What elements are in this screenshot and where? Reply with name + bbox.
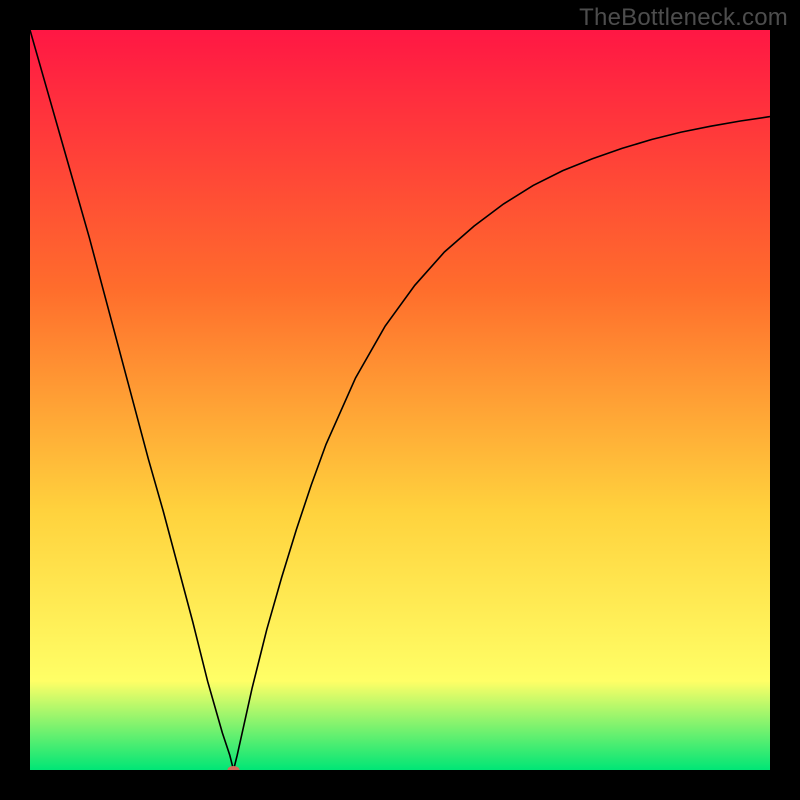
- chart-frame: TheBottleneck.com: [0, 0, 800, 800]
- watermark-text: TheBottleneck.com: [579, 4, 788, 32]
- plot-area: [30, 30, 770, 770]
- chart-svg: [30, 30, 770, 770]
- gradient-background: [30, 30, 770, 770]
